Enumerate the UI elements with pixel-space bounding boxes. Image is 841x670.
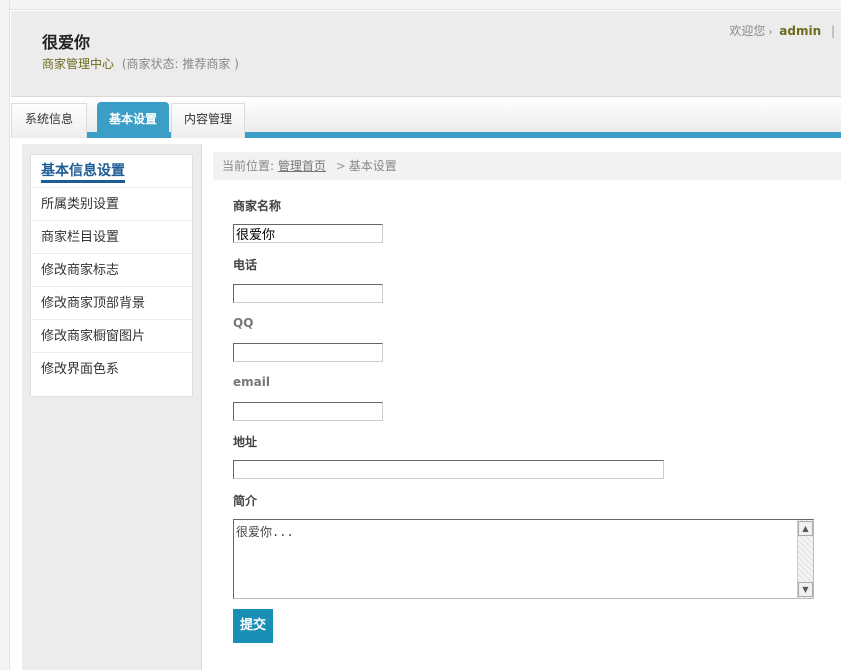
main-nav: 系统信息 基本设置 内容管理 — [11, 97, 841, 138]
phone-field[interactable] — [233, 284, 383, 303]
sidebar: 基本信息设置 所属类别设置 商家栏目设置 修改商家标志 修改商家顶部背景 修改商… — [30, 154, 193, 397]
welcome-bar: 欢迎您 › admin | — [729, 22, 835, 39]
welcome-arrow-icon: › — [768, 27, 773, 38]
sidebar-item-label: 基本信息设置 — [41, 163, 125, 183]
tab-content-management[interactable]: 内容管理 — [171, 103, 245, 138]
header-subline: 商家管理中心 (商家状态: 推荐商家 ) — [42, 55, 239, 72]
site-title: 很爱你 — [42, 33, 91, 52]
submit-button[interactable]: 提交 — [233, 609, 273, 643]
tab-basic-settings[interactable]: 基本设置 — [97, 102, 169, 138]
sidebar-item-color-scheme[interactable]: 修改界面色系 — [31, 353, 192, 386]
welcome-separator: | — [830, 24, 835, 38]
scroll-down-icon[interactable]: ▼ — [798, 582, 813, 597]
qq-field[interactable] — [233, 343, 383, 362]
qq-label: QQ — [233, 316, 254, 330]
sidebar-item-category[interactable]: 所属类别设置 — [31, 188, 192, 221]
email-label: email — [233, 375, 270, 389]
header: 很爱你 商家管理中心 (商家状态: 推荐商家 ) 欢迎您 › admin | — [11, 11, 841, 97]
outer-top-border — [0, 0, 841, 10]
intro-textarea[interactable]: 很爱你... ▲ ▼ — [233, 519, 814, 599]
breadcrumb-current: 基本设置 — [348, 159, 397, 173]
main-content: 当前位置: 管理首页 >基本设置 商家名称 电话 QQ email 地址 简介 … — [213, 152, 841, 670]
textarea-scrollbar[interactable]: ▲ ▼ — [797, 520, 813, 598]
sidebar-item-basic-info[interactable]: 基本信息设置 — [31, 155, 192, 188]
page-frame: 很爱你 商家管理中心 (商家状态: 推荐商家 ) 欢迎您 › admin | 系统… — [0, 0, 841, 670]
email-field[interactable] — [233, 402, 383, 421]
intro-label: 简介 — [233, 494, 258, 508]
welcome-text: 欢迎您 — [729, 24, 766, 38]
merchant-center-link[interactable]: 商家管理中心 — [42, 57, 114, 71]
name-label: 商家名称 — [233, 199, 282, 213]
address-label: 地址 — [233, 435, 258, 449]
scroll-up-icon[interactable]: ▲ — [798, 521, 813, 536]
merchant-status: (商家状态: 推荐商家 ) — [121, 57, 239, 71]
breadcrumb-separator: > — [335, 159, 346, 173]
username-link[interactable]: admin — [779, 24, 821, 38]
phone-label: 电话 — [233, 258, 258, 272]
breadcrumb: 当前位置: 管理首页 > 基本设置 — [213, 152, 841, 180]
address-field[interactable] — [233, 460, 664, 479]
breadcrumb-prefix: 当前位置: — [222, 159, 275, 173]
name-field[interactable] — [233, 224, 383, 243]
sidebar-item-columns[interactable]: 商家栏目设置 — [31, 221, 192, 254]
sidebar-item-logo[interactable]: 修改商家标志 — [31, 254, 192, 287]
breadcrumb-home-link[interactable]: 管理首页 — [278, 159, 326, 173]
intro-text: 很爱你... — [236, 525, 294, 539]
outer-left-border — [0, 0, 10, 670]
sidebar-item-showcase-images[interactable]: 修改商家橱窗图片 — [31, 320, 192, 353]
tab-system-info[interactable]: 系统信息 — [11, 103, 87, 138]
sidebar-item-top-background[interactable]: 修改商家顶部背景 — [31, 287, 192, 320]
